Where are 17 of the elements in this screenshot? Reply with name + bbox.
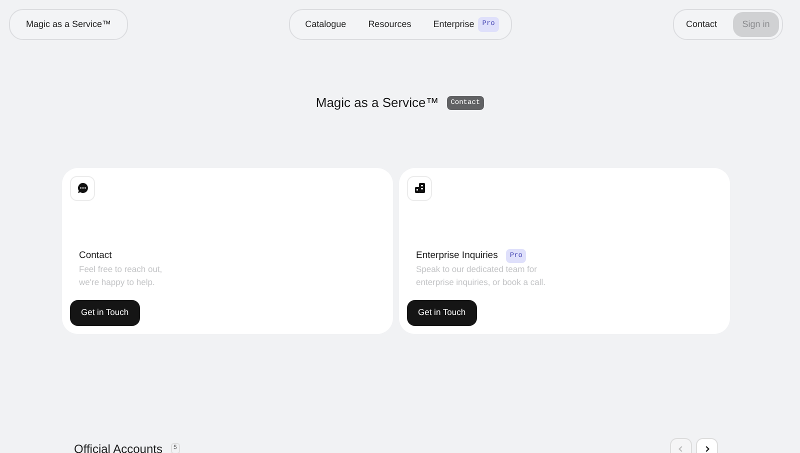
contact-link[interactable]: Contact: [674, 18, 729, 32]
chat-bubble-icon: [70, 176, 95, 200]
card-description: Speak to our dedicated team for enterprise inquiries, or book a call.: [416, 263, 546, 289]
get-in-touch-button[interactable]: Get in Touch: [407, 300, 477, 326]
nav-link[interactable]: Resources: [357, 18, 422, 32]
card-description: Feel free to reach out, we're happy to help.: [79, 262, 164, 289]
brand-pill[interactable]: Magic as a Service™: [9, 9, 128, 40]
card-title: Enterprise Inquiries: [416, 248, 498, 263]
section-title: Official Accounts: [74, 440, 162, 453]
card-title: Contact: [79, 248, 112, 262]
page-title: Magic as a Service™: [316, 94, 439, 112]
building-icon: [407, 176, 432, 200]
next-button[interactable]: [696, 438, 718, 453]
nav-link[interactable]: Enterprise: [422, 18, 474, 32]
get-in-touch-button[interactable]: Get in Touch: [70, 300, 140, 326]
brand-name: Magic as a Service™: [26, 18, 112, 31]
nav-link[interactable]: Catalogue: [294, 18, 358, 32]
